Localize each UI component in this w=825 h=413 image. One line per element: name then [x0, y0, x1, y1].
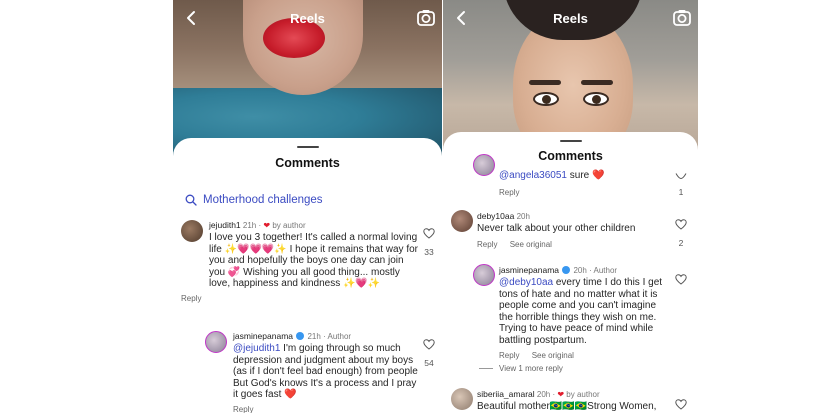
reply-button[interactable]: Reply	[181, 294, 201, 303]
video-frame-eye	[583, 92, 609, 106]
like-button[interactable]: 2	[673, 217, 689, 248]
reel-panel-left: Reels Comments Motherhood challenges jej…	[173, 0, 442, 413]
reels-topbar: Reels	[443, 6, 698, 30]
view-more-label: View 1 more reply	[499, 364, 563, 373]
comment-username[interactable]: jasminepanama	[233, 331, 293, 341]
author-heart-icon: ❤	[557, 390, 565, 399]
author-tag: Author	[327, 332, 352, 341]
like-button[interactable]: 1	[673, 166, 689, 197]
like-button[interactable]	[673, 272, 689, 290]
comments-sheet: Comments @angela36051 sure ❤️ Reply 1 de…	[443, 132, 698, 413]
like-count: 2	[678, 238, 684, 248]
heart-outline-icon	[675, 173, 687, 180]
mention-link[interactable]: @angela36051	[499, 170, 567, 181]
heart-outline-icon	[675, 274, 687, 285]
video-frame-eye	[533, 92, 559, 106]
avatar[interactable]	[451, 210, 473, 232]
author-heart-icon: ❤	[263, 221, 271, 230]
avatar[interactable]	[473, 264, 495, 286]
camera-icon[interactable]	[672, 8, 692, 28]
reels-topbar: Reels	[173, 6, 442, 30]
comments-title: Comments	[275, 156, 340, 170]
search-suggestion-label: Motherhood challenges	[203, 194, 323, 206]
avatar[interactable]	[205, 331, 227, 353]
comment-username[interactable]: jejudith1	[209, 220, 241, 230]
comment-text: I love you 3 together! It's called a nor…	[209, 232, 418, 289]
reply-button[interactable]: Reply	[499, 351, 519, 360]
camera-icon[interactable]	[416, 8, 436, 28]
search-suggestion[interactable]: Motherhood challenges	[185, 192, 323, 208]
reply-button[interactable]: Reply	[233, 405, 253, 413]
avatar[interactable]	[181, 220, 203, 242]
comment-text: sure ❤️	[567, 170, 605, 181]
search-icon	[185, 194, 197, 206]
comment-text: Beautiful mother🇧🇷🇧🇷🇧🇷Strong Women,	[477, 401, 657, 412]
heart-outline-icon	[675, 399, 687, 410]
heart-outline-icon	[423, 339, 435, 350]
heart-outline-icon	[423, 228, 435, 239]
comments-sheet: Comments Motherhood challenges jejudith1…	[173, 138, 442, 413]
like-button[interactable]	[673, 397, 689, 413]
drag-handle[interactable]	[559, 140, 582, 142]
comment-username[interactable]: deby10aa	[477, 211, 514, 221]
comment-time: 20h	[516, 212, 530, 221]
like-button[interactable]: 54	[421, 337, 437, 368]
avatar[interactable]	[473, 154, 495, 176]
mention-link[interactable]: @deby10aa	[499, 277, 553, 288]
comment-time: 21h	[307, 332, 321, 341]
reply-button[interactable]: Reply	[499, 188, 519, 197]
comment-time: 20h	[536, 390, 551, 399]
comment-text: Never talk about your other children	[477, 223, 636, 234]
see-original-button[interactable]: See original	[532, 351, 574, 360]
drag-handle[interactable]	[296, 146, 319, 148]
comment-username[interactable]: jasminepanama	[499, 265, 559, 275]
view-more-line	[479, 368, 493, 369]
comment-time: 20h	[573, 266, 587, 275]
by-author-label: by author	[272, 221, 306, 230]
reel-panel-right: Reels Comments @angela36051 sure ❤️ Repl…	[443, 0, 698, 413]
like-count: 1	[678, 187, 684, 197]
author-tag: Author	[593, 266, 618, 275]
avatar[interactable]	[451, 388, 473, 410]
see-original-button[interactable]: See original	[510, 240, 552, 249]
mention-link[interactable]: @jejudith1	[233, 343, 280, 354]
video-frame-brow	[581, 80, 613, 85]
by-author-label: by author	[566, 390, 600, 399]
like-count: 54	[424, 358, 434, 368]
reels-title: Reels	[290, 11, 325, 26]
video-frame-brow	[529, 80, 561, 85]
comment-username[interactable]: siberiia_amaral	[477, 389, 535, 399]
view-more-replies[interactable]: View 1 more reply	[479, 364, 563, 373]
comment-time: 21h	[242, 221, 257, 230]
heart-outline-icon	[675, 219, 687, 230]
reels-title: Reels	[553, 11, 588, 26]
reply-button[interactable]: Reply	[477, 240, 497, 249]
verified-badge-icon	[562, 266, 571, 274]
like-button[interactable]: 33	[421, 226, 437, 257]
like-count: 33	[424, 247, 434, 257]
verified-badge-icon	[296, 332, 305, 340]
